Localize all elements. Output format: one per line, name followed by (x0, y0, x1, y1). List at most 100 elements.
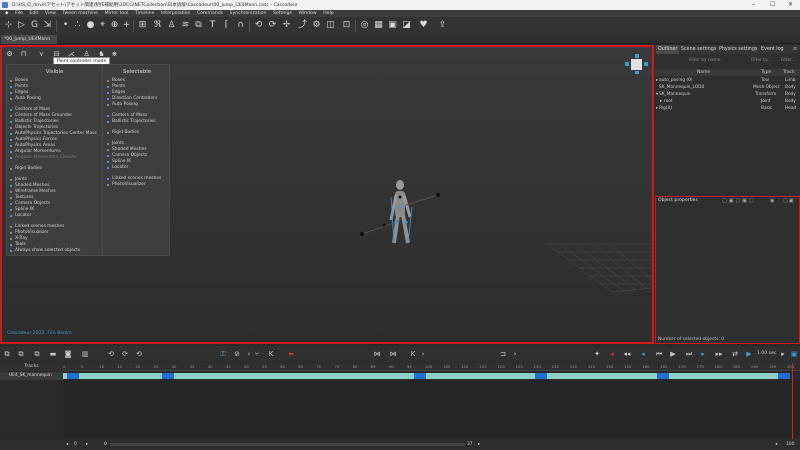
panel-menu-icon[interactable]: ≡ (791, 45, 799, 54)
prev-frame-icon[interactable]: ◂ (638, 349, 648, 359)
frame-icon[interactable]: ⊡ (341, 20, 352, 31)
point-controller-icon[interactable]: ⋎ (37, 50, 46, 59)
filter-type-input[interactable]: Filter ty... (751, 57, 771, 64)
menu-edit[interactable]: Edit (29, 10, 38, 17)
tl-loop3-icon[interactable]: ⟲ (134, 349, 144, 359)
selectable-item[interactable]: Rigid Bodies (104, 130, 170, 136)
tl-loop-icon[interactable]: ⟲ (106, 349, 116, 359)
tl-layers-icon[interactable]: ⧉ (2, 349, 12, 359)
tl-record-icon[interactable]: ◂ (607, 349, 617, 359)
visible-item[interactable]: Rigid Bodies (7, 166, 102, 172)
bracket-icon[interactable]: ⌈ (221, 20, 232, 31)
outliner-row[interactable]: ▸ root Joint Body (655, 98, 800, 105)
tl-red-arrow-icon[interactable]: ⬅ (286, 349, 296, 359)
orientation-gizmo[interactable] (625, 54, 649, 74)
keyframe[interactable] (66, 373, 79, 379)
tl-expand-icon[interactable]: ▣ (789, 349, 799, 359)
visible-item[interactable]: Always show selected objects (7, 248, 102, 254)
tl-camera-icon[interactable]: ◙ (63, 349, 73, 359)
frame-end-field[interactable]: 100 (786, 439, 794, 450)
playback-speed[interactable]: 1.00 sec (757, 351, 776, 356)
select-icon[interactable]: ⊹ (3, 20, 14, 31)
keyframe[interactable] (657, 373, 669, 379)
menu-settings[interactable]: Settings (273, 10, 292, 17)
tool-extra-icon[interactable]: ⋇ (110, 50, 119, 59)
selectable-item[interactable]: Locator (104, 165, 170, 171)
col-track[interactable]: Track (783, 69, 795, 76)
frame-mid-field[interactable]: 37 (467, 439, 473, 450)
tab-event-log[interactable]: Event log (759, 45, 786, 54)
tl-chevron2-icon[interactable]: › (418, 349, 428, 359)
scroll-end-icon[interactable]: ▸ (478, 439, 480, 450)
selectable-item[interactable]: PhotoVisualizer (104, 182, 170, 188)
selectable-item[interactable]: Auto Posing (104, 102, 170, 108)
tl-film-icon[interactable]: ▥ (80, 349, 90, 359)
outliner-row[interactable]: SK_Mannequin_LOD0 Mesh Object Body (655, 84, 800, 91)
tab-outliner[interactable]: Outliner (656, 45, 680, 54)
menu-file[interactable]: File (15, 10, 23, 17)
cube-icon[interactable]: ◫ (325, 20, 336, 31)
tl-ik-icon[interactable]: K (266, 349, 276, 359)
zoom-left-icon[interactable]: ◂ (775, 439, 777, 450)
sparkle-icon[interactable]: ✢ (281, 20, 292, 31)
grid-icon[interactable]: ▦ (373, 20, 384, 31)
timeline-grid[interactable] (63, 380, 800, 438)
orbit-icon[interactable]: ⟳ (267, 20, 278, 31)
outliner-row[interactable]: ▸ auto_posing (0) Tool Limb (655, 77, 800, 84)
play-range-icon[interactable]: ▶ (744, 349, 754, 359)
human-icon[interactable]: ♙ (166, 20, 177, 31)
joint-tool-icon[interactable]: ⌖ (97, 20, 108, 31)
keyframe[interactable] (534, 373, 547, 379)
timeline-scrollbar[interactable] (110, 443, 465, 446)
tab-physics-settings[interactable]: Physics settings (717, 45, 759, 54)
visible-item[interactable]: Auto Posing (7, 96, 102, 102)
gear-person-icon[interactable]: ⚙ (311, 20, 322, 31)
target-icon[interactable]: ◎ (359, 20, 370, 31)
menu-help[interactable]: Help (323, 10, 333, 17)
tl-scroll-icon[interactable]: ▸ (778, 349, 788, 359)
scroll-left-icon[interactable]: ◂ (66, 439, 68, 450)
tab-scene-settings[interactable]: Scene settings (679, 45, 718, 54)
sync-icon[interactable]: ⟲ (253, 20, 264, 31)
app-menu-icon[interactable]: ◆ (5, 10, 9, 17)
menu-synchronization[interactable]: Synchronization (230, 10, 267, 17)
tl-paste-icon[interactable]: ⧉ (32, 349, 42, 359)
tl-chevron3-icon[interactable]: › (510, 349, 520, 359)
keyframe[interactable] (414, 373, 426, 379)
arch-icon[interactable]: ∩ (235, 20, 246, 31)
selectable-item[interactable]: Ballistic Trajectories (104, 119, 170, 125)
pivot-icon[interactable]: ∴ (72, 20, 83, 31)
photo-icon[interactable]: ▣ (387, 20, 398, 31)
menu-interpolation[interactable]: Interpolation (161, 10, 190, 17)
tab-document[interactable]: *00_jump_UE4Mann (1, 35, 57, 44)
magnet-icon[interactable]: G (29, 20, 40, 31)
split-icon[interactable]: ◪ (401, 20, 412, 31)
properties-tool-icons[interactable]: ▢▣▢▣▢ (722, 198, 756, 204)
menu-window[interactable]: Window (298, 10, 316, 17)
add-icon[interactable]: + (121, 20, 132, 31)
menu-tween-machine[interactable]: Tween machine (62, 10, 98, 17)
menu-timeline[interactable]: Timeline (135, 10, 155, 17)
loop-toggle-icon[interactable]: ⇄ (730, 349, 740, 359)
outliner-row[interactable]: ▾ SK_Mannequin Transform Body (655, 91, 800, 98)
tl-interp-icon[interactable]: ⋈ (372, 349, 382, 359)
menu-mirror-tool[interactable]: Mirror tool (105, 10, 129, 17)
tl-auto-key-icon[interactable]: ✦ (592, 349, 602, 359)
snap-icon[interactable]: ⊕ (109, 20, 120, 31)
tl-copy-icon[interactable]: ⧉ (16, 349, 26, 359)
col-name[interactable]: Name (697, 69, 710, 76)
prev-key-icon[interactable]: ◂◂ (622, 349, 632, 359)
keyframe[interactable] (162, 373, 174, 379)
tl-loop2-icon[interactable]: ⟳ (120, 349, 130, 359)
tl-block-icon[interactable]: ⊘ (232, 349, 242, 359)
frame-ruler[interactable]: 0 5 10 15 20 25 30 35 40 45 50 55 60 65 70 75 80 85 90 95 10… (63, 363, 800, 371)
play-icon[interactable]: ▶ (668, 349, 678, 359)
tl-interp2-icon[interactable]: ⋈ (388, 349, 398, 359)
jump-icon[interactable]: ⤴ (297, 20, 308, 31)
tl-clip-icon[interactable]: ▬ (48, 349, 58, 359)
next-key-icon[interactable]: ▸▸ (714, 349, 724, 359)
properties-layout-icons[interactable]: ▢▣ (783, 198, 794, 204)
tl-fork-icon[interactable]: ⑂ (252, 349, 262, 359)
visible-item[interactable]: Locator (7, 213, 102, 219)
next-frame-icon[interactable]: ▸ (698, 349, 708, 359)
